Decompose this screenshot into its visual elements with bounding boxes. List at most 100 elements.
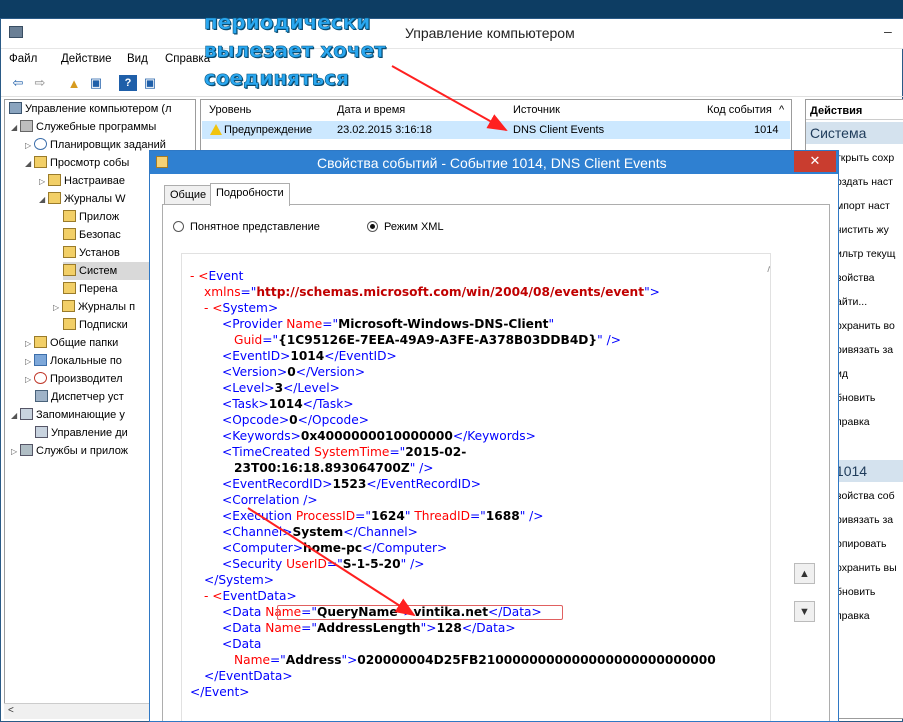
xml-line: <Execution ProcessID="1624" ThreadID="16…	[222, 509, 544, 523]
action-item[interactable]: оздать наст	[836, 176, 893, 188]
tree-item[interactable]: Подписки	[63, 316, 128, 334]
xml-line: <Opcode>0</Opcode>	[222, 413, 369, 427]
close-button[interactable]: ✕	[794, 151, 836, 172]
xml-line: <Computer>home-pc</Computer>	[222, 541, 448, 555]
tree-item[interactable]: ◢ Просмотр собы	[25, 154, 129, 172]
xml-line: Name="Address">020000004D25FB21000000000…	[234, 653, 716, 667]
xml-line: </EventData>	[204, 669, 293, 683]
action-item[interactable]: бновить	[836, 392, 875, 404]
tree-item[interactable]: ◢ Запоминающие у	[11, 406, 125, 424]
device-manager-icon	[35, 390, 48, 402]
action-item[interactable]: бновить	[836, 586, 875, 598]
event-icon	[156, 156, 168, 168]
column-header-level[interactable]: Уровень	[209, 104, 251, 116]
help-icon[interactable]: ?	[119, 75, 137, 91]
event-properties-dialog: Свойства событий - Событие 1014, DNS Cli…	[149, 150, 839, 722]
action-item[interactable]: ильтр текущ	[836, 248, 895, 260]
xml-line: <EventRecordID>1523</EventRecordID>	[222, 477, 481, 491]
actions-section-system[interactable]: Система	[806, 122, 903, 144]
radio-off-icon	[173, 221, 184, 232]
actions-header: Действия	[806, 100, 903, 120]
action-item[interactable]: чистить жу	[836, 224, 889, 236]
app-icon	[9, 26, 23, 38]
column-header-datetime[interactable]: Дата и время	[337, 104, 405, 116]
minimize-icon[interactable]: –	[884, 23, 903, 39]
action-item[interactable]: ткрыть сохр	[836, 152, 894, 164]
xml-line: Guid="{1C95126E-7EEA-49A9-A3FE-A378B03DD…	[234, 333, 621, 347]
performance-icon	[34, 372, 47, 384]
tree-item[interactable]: ▷ Производител	[25, 370, 123, 388]
xml-line: <Level>3</Level>	[222, 381, 340, 395]
tree-item[interactable]: Безопас	[63, 226, 121, 244]
warning-icon	[210, 124, 222, 135]
radio-friendly-view[interactable]: Понятное представление	[173, 221, 320, 233]
tree-item[interactable]: Управление компьютером (л	[9, 100, 172, 118]
tab-details[interactable]: Подробности	[210, 183, 290, 206]
tools-icon	[20, 120, 33, 132]
tree-item[interactable]: Перена	[63, 280, 117, 298]
next-event-button[interactable]: ▼	[794, 601, 815, 622]
forward-arrow-icon[interactable]: ⇨	[31, 75, 49, 91]
menu-view[interactable]: Вид	[127, 53, 148, 65]
xml-line: </Event>	[190, 685, 250, 699]
radio-xml-view[interactable]: Режим XML	[367, 221, 444, 233]
tree-item[interactable]: ▷ Планировщик заданий	[25, 136, 166, 154]
tree-item[interactable]: ◢ Журналы W	[39, 190, 125, 208]
log-icon	[63, 246, 76, 258]
tree-item[interactable]: ◢ Служебные программы	[11, 118, 156, 136]
xml-line: <Data	[222, 637, 262, 651]
action-item[interactable]: охранить вы	[836, 562, 897, 574]
tree-item[interactable]: Диспетчер уст	[35, 388, 124, 406]
table-row[interactable]: Предупреждение 23.02.2015 3:16:18 DNS Cl…	[202, 121, 790, 139]
action-item[interactable]: айти...	[836, 296, 867, 308]
action-item[interactable]: ривязать за	[836, 344, 893, 356]
action-item[interactable]: охранить во	[836, 320, 895, 332]
tree-item[interactable]: Управление ди	[35, 424, 128, 442]
shared-folders-icon	[34, 336, 47, 348]
query-name-value: vintika.net	[413, 605, 489, 619]
xml-line: <Data Name="QueryName">vintika.net</Data…	[222, 605, 542, 619]
tree-item[interactable]: ▷ Службы и прилож	[11, 442, 128, 460]
tree-item[interactable]: ▷ Журналы п	[53, 298, 135, 316]
log-icon	[63, 228, 76, 240]
folder-icon	[48, 192, 61, 204]
folder-up-icon[interactable]: ▲	[65, 75, 83, 91]
subscriptions-icon	[63, 318, 76, 330]
action-item[interactable]: опировать	[836, 538, 886, 550]
log-icon	[63, 282, 76, 294]
caption-line: периодически	[204, 10, 371, 35]
xml-line: <Data Name="AddressLength">128</Data>	[222, 621, 516, 635]
annotation-caption: периодически вылезает хочет соединяться	[204, 8, 386, 92]
event-viewer-icon	[34, 156, 47, 168]
tree-item[interactable]: ▷ Настраивае	[39, 172, 125, 190]
show-hide-tree-icon[interactable]: ▣	[87, 75, 105, 91]
action-item[interactable]: ривязать за	[836, 514, 893, 526]
log-icon	[63, 264, 76, 276]
action-item[interactable]: правка	[836, 610, 870, 622]
back-arrow-icon[interactable]: ⇦	[9, 75, 27, 91]
tree-item[interactable]: Прилож	[63, 208, 119, 226]
action-item[interactable]: мпорт наст	[836, 200, 890, 212]
column-header-source[interactable]: Источник	[513, 104, 560, 116]
xml-line: <Channel>System</Channel>	[222, 525, 418, 539]
action-item[interactable]: войства соб	[836, 490, 895, 502]
column-header-code[interactable]: Код события	[707, 104, 772, 116]
scroll-left-icon[interactable]: <	[8, 705, 14, 716]
tree-item[interactable]: Установ	[63, 244, 120, 262]
tree-item[interactable]: ▷ Общие папки	[25, 334, 118, 352]
folder-icon	[48, 174, 61, 186]
menu-file[interactable]: Файл	[9, 53, 37, 65]
show-action-pane-icon[interactable]: ▣	[141, 75, 159, 91]
dialog-title-bar: Свойства событий - Событие 1014, DNS Cli…	[150, 151, 838, 174]
action-item[interactable]: войства	[836, 272, 875, 284]
menu-action[interactable]: Действие	[61, 53, 112, 65]
previous-event-button[interactable]: ▲	[794, 563, 815, 584]
tree-item[interactable]: ▷ Локальные по	[25, 352, 122, 370]
tab-general[interactable]: Общие	[164, 185, 213, 205]
xml-line: <Security UserID="S-1-5-20" />	[222, 557, 425, 571]
users-icon	[34, 354, 47, 366]
folder-icon	[62, 300, 75, 312]
action-item[interactable]: правка	[836, 416, 870, 428]
disk-icon	[35, 426, 48, 438]
scroll-up-icon[interactable]: ∧	[766, 264, 770, 275]
